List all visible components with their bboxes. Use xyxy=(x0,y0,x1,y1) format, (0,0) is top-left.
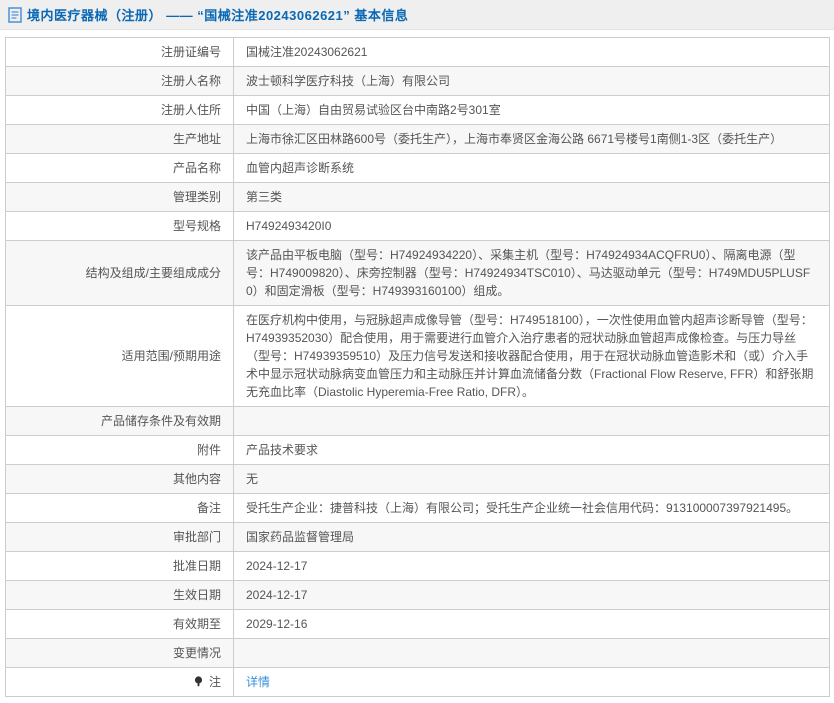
row-label-text: 有效期至 xyxy=(173,617,221,631)
table-row: 结构及组成/主要组成成分 该产品由平板电脑（型号：H74924934220）、采… xyxy=(6,241,830,306)
page-title: 境内医疗器械（注册） —— “国械注准20243062621” 基本信息 xyxy=(27,5,408,24)
row-value: 国械注准20243062621 xyxy=(234,38,830,67)
table-row: 批准日期 2024-12-17 xyxy=(6,552,830,581)
table-row: 生产地址 上海市徐汇区田林路600号（委托生产），上海市奉贤区金海公路 6671… xyxy=(6,125,830,154)
row-label: 备注 xyxy=(6,494,234,523)
registration-table: 注册证编号 国械注准20243062621 注册人名称 波士顿科学医疗科技（上海… xyxy=(5,37,830,697)
table-row: 有效期至 2029-12-16 xyxy=(6,610,830,639)
table-row: 产品名称 血管内超声诊断系统 xyxy=(6,154,830,183)
row-label: 审批部门 xyxy=(6,523,234,552)
row-value: 详情 xyxy=(234,668,830,697)
row-value: 2024-12-17 xyxy=(234,552,830,581)
table-row: 审批部门 国家药品监督管理局 xyxy=(6,523,830,552)
row-value: 2029-12-16 xyxy=(234,610,830,639)
row-label: 注册人名称 xyxy=(6,67,234,96)
row-label: 适用范围/预期用途 xyxy=(6,306,234,407)
row-label: 注 xyxy=(6,668,234,697)
row-value: 血管内超声诊断系统 xyxy=(234,154,830,183)
row-value: 中国（上海）自由贸易试验区台中南路2号301室 xyxy=(234,96,830,125)
row-value: 产品技术要求 xyxy=(234,436,830,465)
row-label-text: 适用范围/预期用途 xyxy=(122,349,221,363)
table-row: 注册证编号 国械注准20243062621 xyxy=(6,38,830,67)
row-label-text: 生产地址 xyxy=(173,132,221,146)
row-label-text: 备注 xyxy=(197,501,221,515)
row-label-text: 产品名称 xyxy=(173,161,221,175)
row-label-text: 注册证编号 xyxy=(161,45,221,59)
row-value: 国家药品监督管理局 xyxy=(234,523,830,552)
header-bar: 境内医疗器械（注册） —— “国械注准20243062621” 基本信息 xyxy=(0,0,834,30)
row-label-text: 其他内容 xyxy=(173,472,221,486)
row-label: 有效期至 xyxy=(6,610,234,639)
row-label-text: 附件 xyxy=(197,443,221,457)
table-row: 变更情况 xyxy=(6,639,830,668)
row-value: 无 xyxy=(234,465,830,494)
row-label: 产品储存条件及有效期 xyxy=(6,407,234,436)
row-value: 第三类 xyxy=(234,183,830,212)
row-label: 管理类别 xyxy=(6,183,234,212)
table-row: 注册人住所 中国（上海）自由贸易试验区台中南路2号301室 xyxy=(6,96,830,125)
row-label: 变更情况 xyxy=(6,639,234,668)
table-row: 注册人名称 波士顿科学医疗科技（上海）有限公司 xyxy=(6,67,830,96)
row-label-text: 产品储存条件及有效期 xyxy=(101,414,221,428)
row-label-text: 注 xyxy=(209,675,221,689)
row-label-text: 生效日期 xyxy=(173,588,221,602)
row-label: 生效日期 xyxy=(6,581,234,610)
table-row: 产品储存条件及有效期 xyxy=(6,407,830,436)
row-label-text: 审批部门 xyxy=(173,530,221,544)
table-row: 其他内容 无 xyxy=(6,465,830,494)
row-value: 该产品由平板电脑（型号：H74924934220）、采集主机（型号：H74924… xyxy=(234,241,830,306)
row-label: 结构及组成/主要组成成分 xyxy=(6,241,234,306)
table-row: 管理类别 第三类 xyxy=(6,183,830,212)
row-value: 2024-12-17 xyxy=(234,581,830,610)
table-row: 备注 受托生产企业：捷普科技（上海）有限公司；受托生产企业统一社会信用代码：91… xyxy=(6,494,830,523)
document-icon xyxy=(8,7,22,23)
row-value: 波士顿科学医疗科技（上海）有限公司 xyxy=(234,67,830,96)
row-value: 受托生产企业：捷普科技（上海）有限公司；受托生产企业统一社会信用代码：91310… xyxy=(234,494,830,523)
table-wrap: 注册证编号 国械注准20243062621 注册人名称 波士顿科学医疗科技（上海… xyxy=(0,30,834,703)
table-row: 注 详情 xyxy=(6,668,830,697)
row-label-text: 结构及组成/主要组成成分 xyxy=(86,266,221,280)
row-label: 生产地址 xyxy=(6,125,234,154)
row-label-text: 变更情况 xyxy=(173,646,221,660)
row-value: H7492493420I0 xyxy=(234,212,830,241)
detail-link[interactable]: 详情 xyxy=(246,675,270,689)
note-icon xyxy=(194,676,203,687)
row-label: 其他内容 xyxy=(6,465,234,494)
table-row: 适用范围/预期用途 在医疗机构中使用，与冠脉超声成像导管（型号：H7495181… xyxy=(6,306,830,407)
registration-table-body: 注册证编号 国械注准20243062621 注册人名称 波士顿科学医疗科技（上海… xyxy=(6,38,830,697)
row-label: 附件 xyxy=(6,436,234,465)
row-label: 产品名称 xyxy=(6,154,234,183)
row-label-text: 型号规格 xyxy=(173,219,221,233)
row-label-text: 管理类别 xyxy=(173,190,221,204)
row-label-text: 批准日期 xyxy=(173,559,221,573)
row-value: 上海市徐汇区田林路600号（委托生产），上海市奉贤区金海公路 6671号楼号1南… xyxy=(234,125,830,154)
row-label: 注册证编号 xyxy=(6,38,234,67)
row-label: 型号规格 xyxy=(6,212,234,241)
row-label-text: 注册人名称 xyxy=(161,74,221,88)
row-value xyxy=(234,639,830,668)
row-value: 在医疗机构中使用，与冠脉超声成像导管（型号：H749518100），一次性使用血… xyxy=(234,306,830,407)
table-row: 型号规格 H7492493420I0 xyxy=(6,212,830,241)
row-label: 注册人住所 xyxy=(6,96,234,125)
row-label-text: 注册人住所 xyxy=(161,103,221,117)
table-row: 生效日期 2024-12-17 xyxy=(6,581,830,610)
table-row: 附件 产品技术要求 xyxy=(6,436,830,465)
row-value xyxy=(234,407,830,436)
row-label: 批准日期 xyxy=(6,552,234,581)
